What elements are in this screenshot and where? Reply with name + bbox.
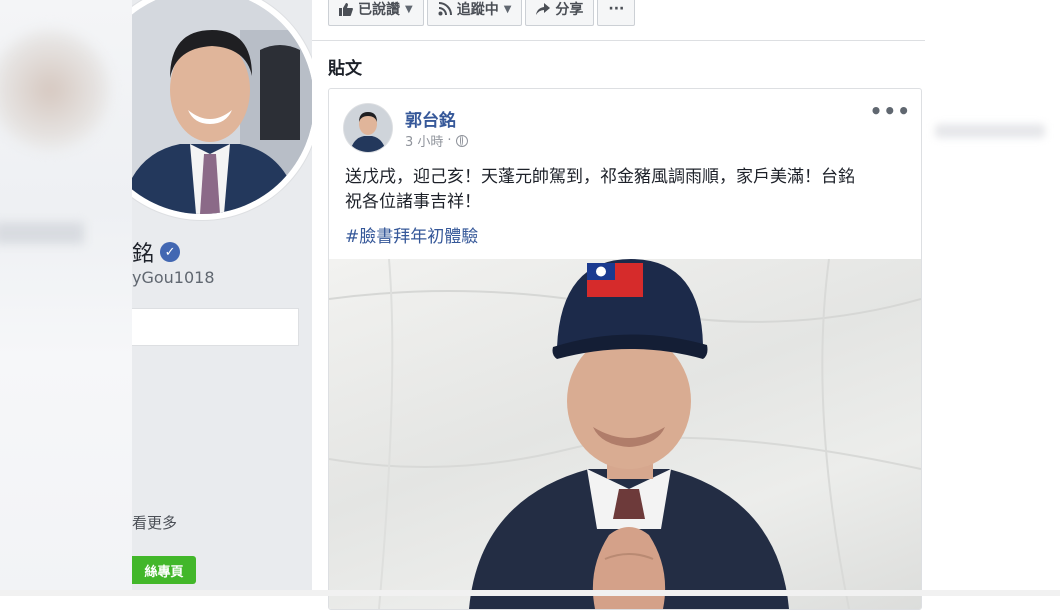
blurred-shape <box>0 222 84 244</box>
meta-separator: · <box>447 133 452 148</box>
share-label: 分享 <box>555 2 584 18</box>
divider <box>312 40 925 41</box>
share-button[interactable]: 分享 <box>525 0 595 26</box>
liked-button[interactable]: 已說讚 ▼ <box>328 0 424 26</box>
more-dots-icon: ··· <box>608 1 625 17</box>
sidebar-input-box[interactable] <box>132 308 299 346</box>
post-text: 送戊戌，迎己亥！天蓬元帥駕到，祁金豬風調雨順，家戶美滿！台銘 祝各位諸事吉祥！ <box>345 165 911 215</box>
following-label: 追蹤中 <box>456 2 499 18</box>
post-video[interactable] <box>329 259 921 609</box>
author-avatar-illustration <box>344 104 392 152</box>
post-meta: 3 小時 · <box>405 131 468 150</box>
post-card: 郭台銘 3 小時 · ••• 送戊戌，迎己亥！天蓬元帥駕到，祁金豬風調雨順，家戶… <box>328 88 922 610</box>
verified-badge-icon: ✓ <box>160 242 181 262</box>
globe-icon[interactable] <box>455 134 468 147</box>
blurred-shape <box>935 124 1045 138</box>
page-action-bar: 已說讚 ▼ 追蹤中 ▼ 分享 ··· <box>328 0 636 26</box>
post-author-name[interactable]: 郭台銘 <box>405 106 456 131</box>
share-arrow-icon <box>536 3 551 15</box>
posts-section-title: 貼文 <box>328 59 362 79</box>
post-timestamp[interactable]: 3 小時 <box>405 131 443 150</box>
bottom-strip <box>0 590 1060 596</box>
profile-sidebar: 銘 ✓ yGou1018 看更多 絲專頁 <box>132 0 312 596</box>
profile-photo-illustration <box>132 0 312 214</box>
profile-name-row: 銘 ✓ <box>132 236 181 268</box>
see-more-link[interactable]: 看更多 <box>132 512 177 533</box>
post-author-avatar[interactable] <box>344 104 392 152</box>
profile-avatar[interactable] <box>132 0 312 220</box>
liked-label: 已說讚 <box>358 2 400 18</box>
like-page-button[interactable]: 絲專頁 <box>132 556 196 584</box>
caret-down-icon: ▼ <box>503 3 512 15</box>
post-text-line: 送戊戌，迎己亥！天蓬元帥駕到，祁金豬風調雨順，家戶美滿！台銘 <box>345 167 855 187</box>
thumbs-up-icon <box>339 3 353 16</box>
post-text-line: 祝各位諸事吉祥！ <box>345 192 481 212</box>
blurred-right-margin <box>925 0 1060 596</box>
post-options-icon[interactable]: ••• <box>870 99 911 123</box>
post-hashtag-link[interactable]: #臉書拜年初體驗 <box>345 222 478 247</box>
profile-handle: yGou1018 <box>132 268 215 287</box>
video-frame-illustration <box>329 259 921 609</box>
main-timeline: 已說讚 ▼ 追蹤中 ▼ 分享 ··· 貼文 郭台銘 3 小時 · ••• 送戊戌… <box>312 0 925 610</box>
blurred-left-margin <box>0 0 132 596</box>
caret-down-icon: ▼ <box>405 3 413 15</box>
more-actions-button[interactable]: ··· <box>597 0 636 26</box>
following-button[interactable]: 追蹤中 ▼ <box>426 0 523 26</box>
profile-name: 銘 <box>132 242 155 267</box>
rss-feed-icon <box>438 2 452 16</box>
blurred-shape <box>0 30 110 150</box>
